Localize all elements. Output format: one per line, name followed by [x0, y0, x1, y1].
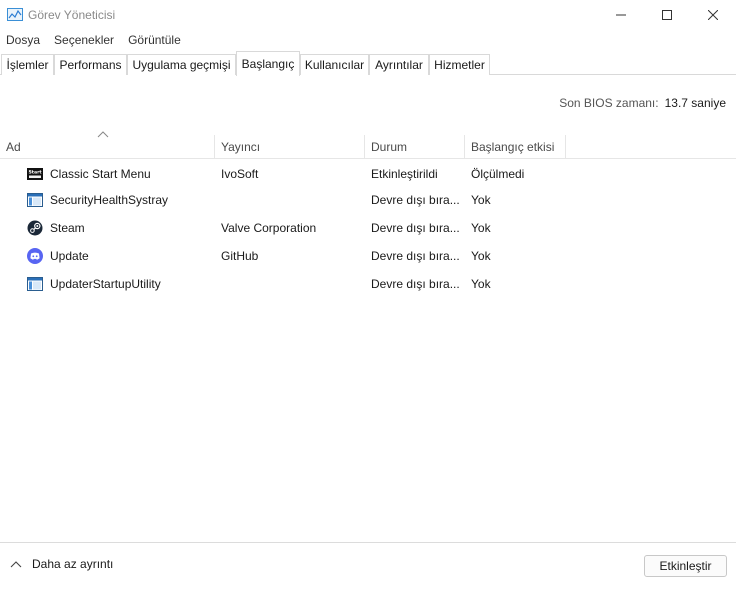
classic-start-menu-icon: Start: [27, 168, 43, 180]
row-publisher: Valve Corporation: [221, 221, 317, 235]
table-header: Ad Yayıncı Durum Başlangıç etkisi: [0, 135, 736, 159]
row-publisher: [221, 270, 361, 298]
close-icon: [708, 10, 718, 20]
maximize-icon: [662, 10, 672, 20]
row-status: Devre dışı bıra...: [371, 249, 460, 263]
row-status: Devre dışı bıra...: [371, 193, 460, 207]
table-row[interactable]: Update GitHub Devre dışı bıra... Yok: [0, 242, 736, 270]
menu-options[interactable]: Seçenekler: [54, 33, 114, 47]
close-button[interactable]: [690, 0, 736, 30]
row-impact: Yok: [471, 249, 491, 263]
row-impact: Yok: [471, 277, 491, 291]
minimize-icon: [616, 14, 626, 16]
row-name: Update: [50, 249, 89, 263]
tab-services[interactable]: Hizmetler: [429, 54, 490, 75]
steam-icon: [27, 220, 43, 236]
security-health-icon: [27, 193, 43, 207]
less-detail-toggle[interactable]: Daha az ayrıntı: [10, 557, 113, 571]
svg-text:Start: Start: [29, 170, 43, 176]
row-impact: Ölçülmedi: [471, 167, 525, 181]
row-status: Etkinleştirildi: [371, 167, 438, 181]
enable-button[interactable]: Etkinleştir: [644, 555, 727, 577]
row-publisher: GitHub: [221, 249, 259, 263]
row-impact: Yok: [471, 193, 491, 207]
row-impact: Yok: [471, 221, 491, 235]
bios-time-label: Son BIOS zamanı:: [559, 96, 659, 110]
row-name: Classic Start Menu: [50, 167, 151, 181]
row-status: Devre dışı bıra...: [371, 277, 460, 291]
discord-icon: [27, 248, 43, 264]
chevron-up-icon: [10, 561, 22, 568]
row-name: SecurityHealthSystray: [50, 193, 169, 207]
row-publisher: [221, 186, 361, 214]
tab-processes[interactable]: İşlemler: [1, 54, 54, 75]
tab-details[interactable]: Ayrıntılar: [369, 54, 429, 75]
window-title: Görev Yöneticisi: [28, 8, 116, 22]
bios-time: Son BIOS zamanı: 13.7 saniye: [559, 96, 726, 110]
tab-users[interactable]: Kullanıcılar: [300, 54, 369, 75]
row-publisher: IvoSoft: [221, 167, 259, 181]
maximize-button[interactable]: [644, 0, 690, 30]
task-manager-app-icon: [7, 8, 23, 21]
table-row[interactable]: Steam Valve Corporation Devre dışı bıra.…: [0, 214, 736, 242]
minimize-button[interactable]: [598, 0, 644, 30]
tab-app-history[interactable]: Uygulama geçmişi: [127, 54, 236, 75]
menu-file[interactable]: Dosya: [6, 33, 40, 47]
bios-time-value: 13.7 saniye: [664, 96, 726, 110]
row-name: UpdaterStartupUtility: [50, 277, 161, 291]
tab-startup[interactable]: Başlangıç: [236, 51, 300, 76]
table-row[interactable]: SecurityHealthSystray Devre dışı bıra...…: [0, 186, 736, 214]
column-header-name[interactable]: Ad: [0, 135, 215, 159]
tab-bar: İşlemler Performans Uygulama geçmişi Baş…: [0, 50, 736, 76]
column-header-status[interactable]: Durum: [365, 135, 465, 159]
title-bar: Görev Yöneticisi: [0, 0, 736, 30]
table-row[interactable]: Start Classic Start Menu IvoSoft Etkinle…: [0, 160, 736, 188]
row-name: Steam: [50, 221, 85, 235]
updater-utility-icon: [27, 277, 43, 291]
row-status: Devre dışı bıra...: [371, 221, 460, 235]
less-detail-label: Daha az ayrıntı: [32, 557, 114, 571]
footer: Daha az ayrıntı Etkinleştir: [0, 543, 736, 590]
tab-performance[interactable]: Performans: [54, 54, 127, 75]
table-row[interactable]: UpdaterStartupUtility Devre dışı bıra...…: [0, 270, 736, 298]
menu-bar: Dosya Seçenekler Görüntüle: [0, 30, 736, 50]
column-header-publisher[interactable]: Yayıncı: [215, 135, 365, 159]
menu-view[interactable]: Görüntüle: [128, 33, 181, 47]
column-header-startup-impact[interactable]: Başlangıç etkisi: [465, 135, 566, 159]
